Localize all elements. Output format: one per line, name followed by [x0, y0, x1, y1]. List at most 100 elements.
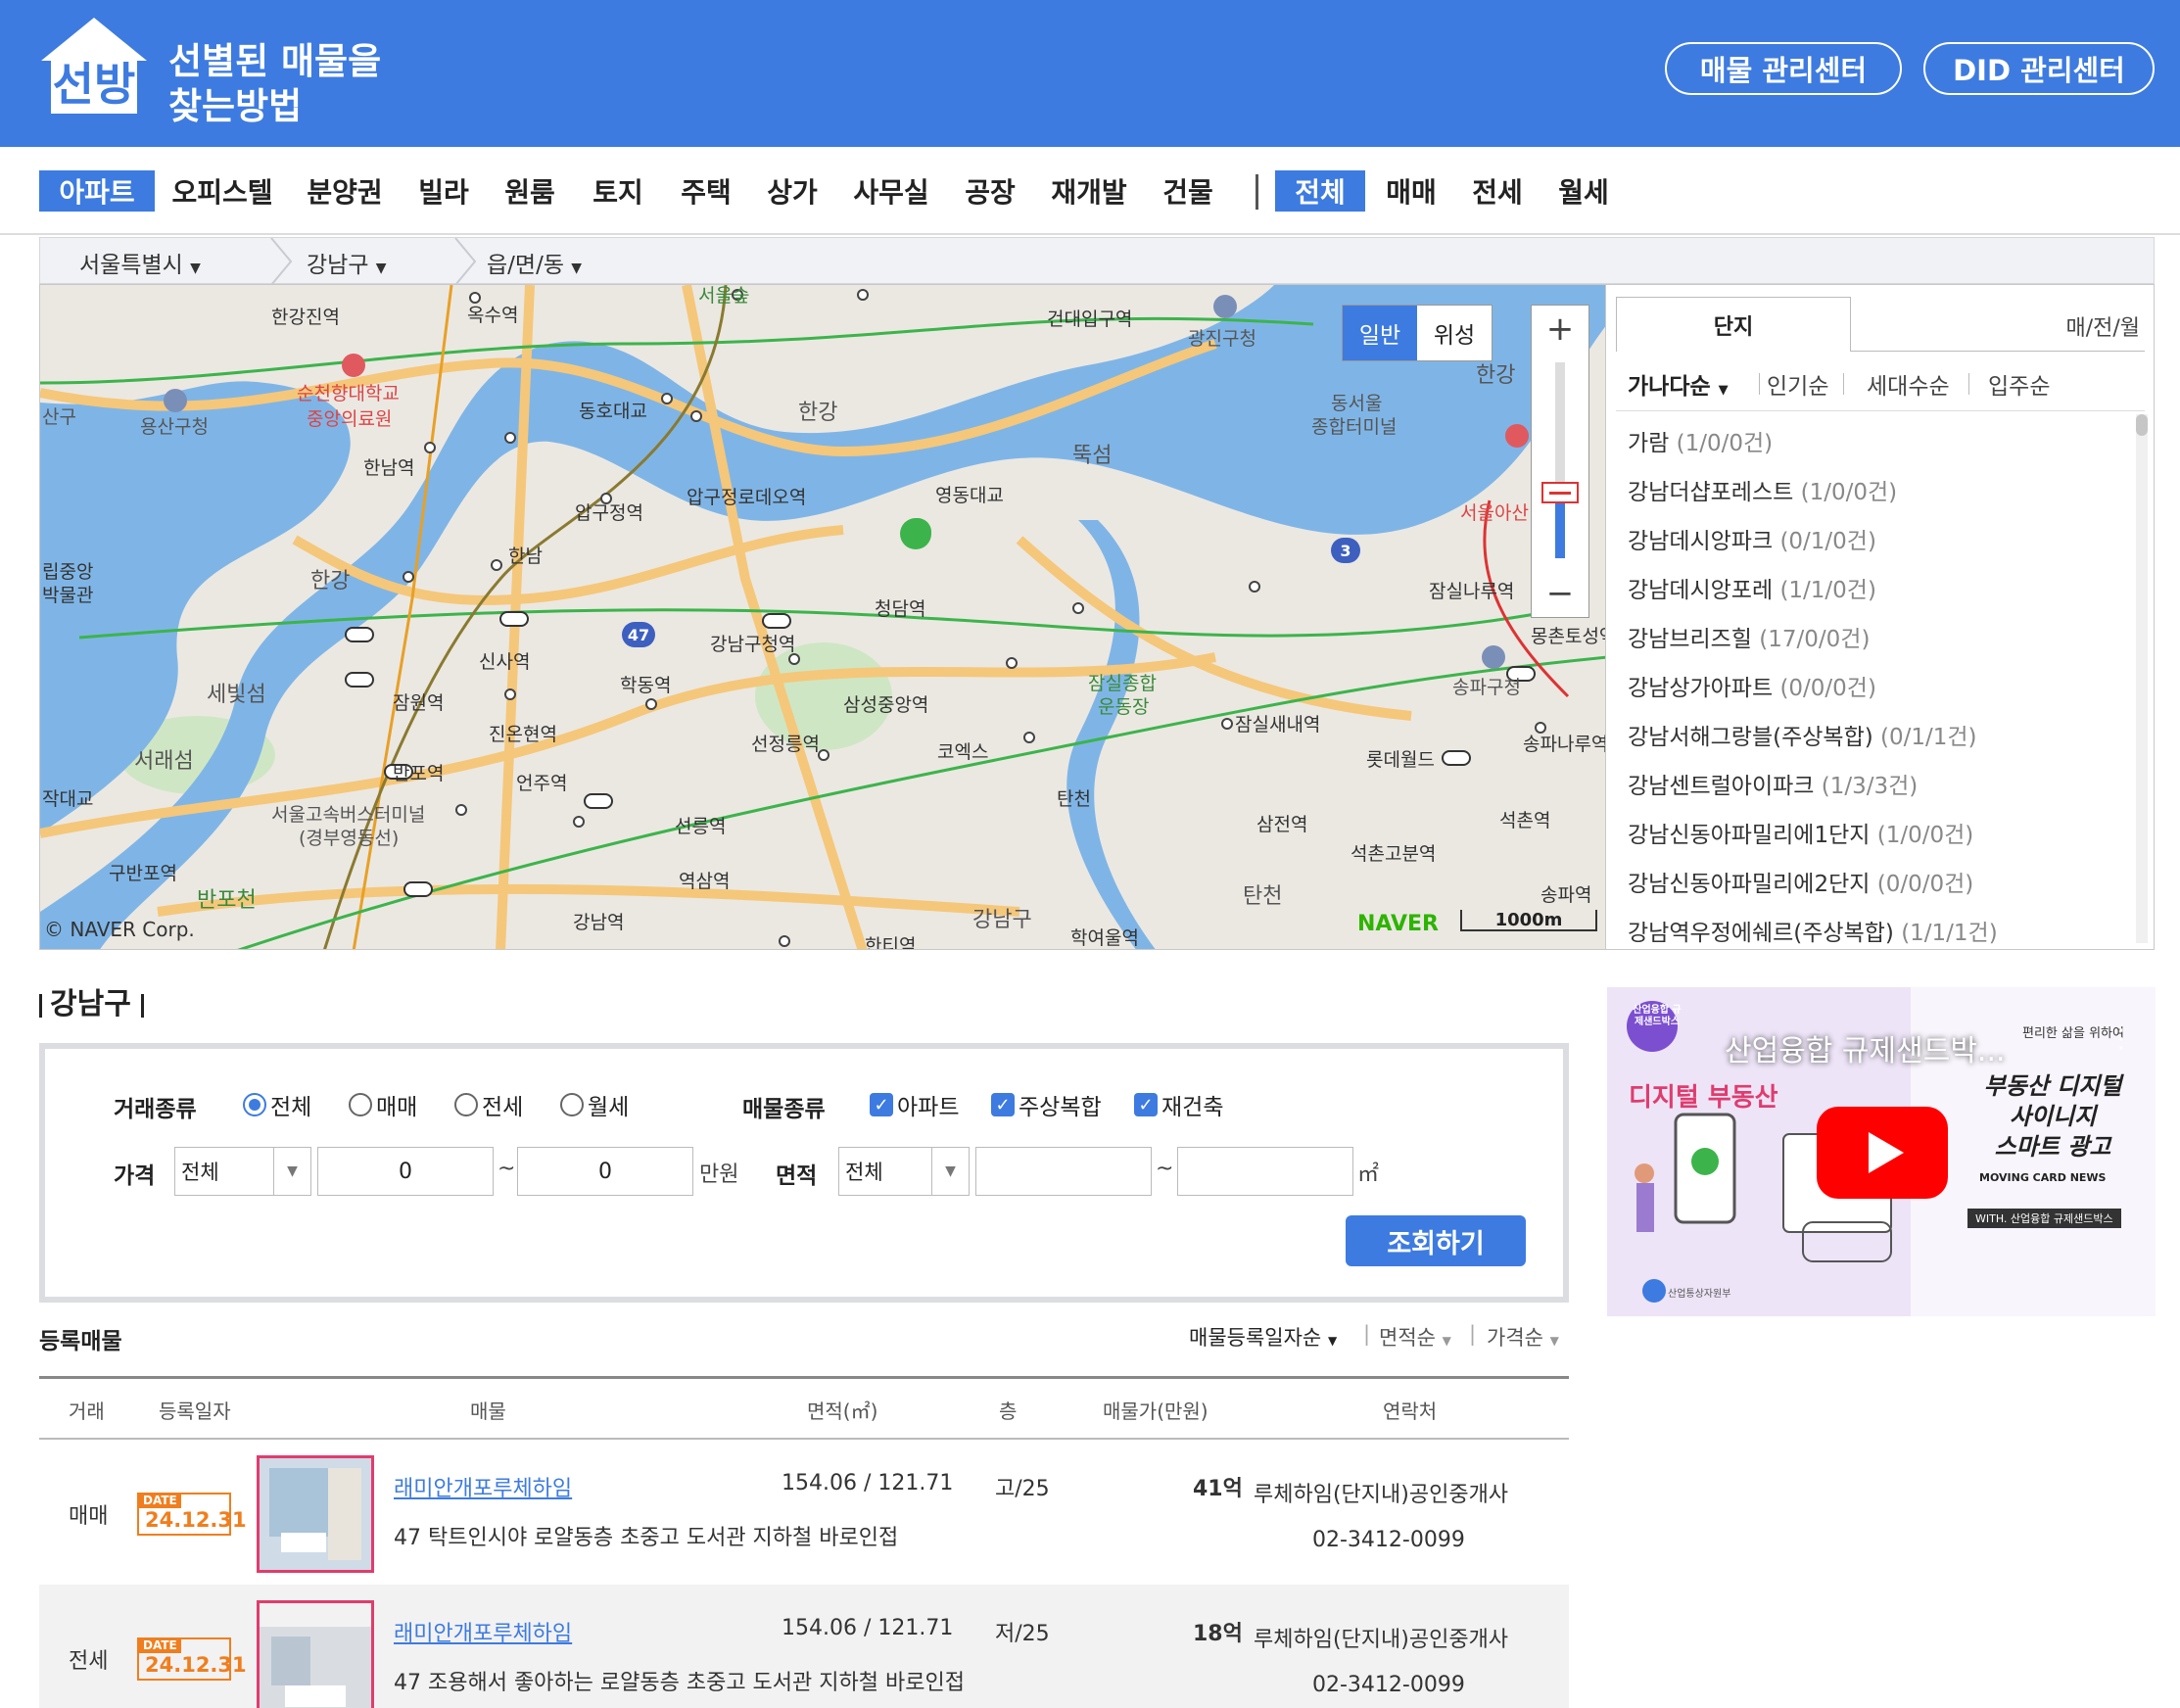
tab-store[interactable]: 상가: [760, 170, 825, 212]
price-min-input[interactable]: 0: [317, 1147, 494, 1196]
tab-land[interactable]: 토지: [586, 170, 650, 212]
sort-move-in[interactable]: 입주순: [1988, 367, 2050, 401]
tab-deal-all[interactable]: 전체: [1275, 170, 1365, 212]
tab-deal-sale[interactable]: 매매: [1379, 170, 1444, 212]
tab-oneroom[interactable]: 원룸: [498, 170, 562, 212]
complex-list-item[interactable]: 가람 (1/0/0건): [1628, 424, 2117, 473]
tab-presale[interactable]: 분양권: [300, 170, 390, 212]
map-label: 한강: [1476, 363, 1516, 388]
checkbox-apartment[interactable]: ✓ 아파트: [870, 1088, 959, 1121]
table-row[interactable]: 매매 DATE 24.12.31 래미안개포루체하임 47 탁트인시야 로얄동층…: [39, 1440, 1569, 1585]
video-with-label: WITH. 산업융합 규제샌드박스: [1967, 1209, 2121, 1228]
sort-popular[interactable]: 인기순: [1767, 367, 1828, 401]
complex-list-item[interactable]: 강남더샵포레스트 (1/0/0건): [1628, 473, 2117, 522]
radio-deal-all[interactable]: 전체: [243, 1088, 311, 1121]
zoom-track[interactable]: [1555, 362, 1565, 558]
check-icon[interactable]: ✓: [1134, 1093, 1158, 1116]
tab-redevelopment[interactable]: 재개발: [1044, 170, 1134, 212]
complex-count: (1/1/1건): [1901, 921, 1998, 946]
complex-list-item[interactable]: 강남브리즈힐 (17/0/0건): [1628, 620, 2117, 669]
sort-area[interactable]: 면적순 ▼: [1379, 1322, 1451, 1352]
dong-select[interactable]: 읍/면/동 ▼: [487, 246, 582, 279]
tab-building[interactable]: 건물: [1156, 170, 1220, 212]
hospital-marker-icon: [342, 354, 365, 377]
list-divider: [1616, 410, 2145, 411]
scroll-thumb[interactable]: [2136, 414, 2148, 436]
price-max-input[interactable]: 0: [517, 1147, 693, 1196]
listing-thumbnail[interactable]: [257, 1455, 374, 1573]
promo-video[interactable]: 산업융합 규제샌드박스 산업융합 규제샌드박... 디지털 부동산 편리한 삶을…: [1607, 987, 2156, 1316]
complex-list-item[interactable]: 강남서해그랑블(주상복합) (0/1/1건): [1628, 718, 2117, 767]
radio-dot[interactable]: [349, 1093, 372, 1116]
area-min-input[interactable]: [975, 1147, 1152, 1196]
map-label: 탄천: [1057, 788, 1091, 810]
tab-house[interactable]: 주택: [674, 170, 738, 212]
sort-alphabetical[interactable]: 가나다순 ▼: [1628, 367, 1729, 401]
map-label: 옥수역: [467, 305, 519, 326]
radio-deal-sale[interactable]: 매매: [349, 1088, 417, 1121]
play-button-icon[interactable]: [1817, 1107, 1948, 1199]
did-management-button[interactable]: DID 관리센터: [1923, 42, 2155, 95]
map-label: 건대입구역: [1047, 308, 1133, 330]
tab-factory[interactable]: 공장: [958, 170, 1022, 212]
complex-list-item[interactable]: 강남상가아파트 (0/0/0건): [1628, 669, 2117, 718]
zoom-control: + −: [1531, 305, 1589, 618]
map-normal-button[interactable]: 일반: [1343, 306, 1417, 360]
area-select[interactable]: 전체 ▼: [838, 1147, 970, 1196]
tab-deal-count[interactable]: 매/전/월: [2065, 310, 2140, 342]
map-label: 삼성중앙역: [843, 694, 929, 716]
list-scrollbar[interactable]: [2136, 414, 2148, 943]
listing-management-button[interactable]: 매물 관리센터: [1665, 42, 1902, 95]
tab-complex[interactable]: 단지: [1616, 297, 1851, 352]
sort-registered-date[interactable]: 매물등록일자순 ▼: [1189, 1322, 1337, 1352]
city-select[interactable]: 서울특별시 ▼: [79, 246, 201, 279]
complex-list-item[interactable]: 강남역우정에쉐르(주상복합) (1/1/1건): [1628, 914, 2117, 963]
more-options-icon[interactable]: ⋮: [2109, 1024, 2134, 1054]
logo-house-icon[interactable]: 선방: [37, 16, 151, 116]
complex-name: 강남신동아파밀리에1단지: [1628, 823, 1871, 848]
area-max-input[interactable]: [1177, 1147, 1353, 1196]
sort-label: 면적순: [1379, 1326, 1436, 1350]
tab-deal-monthly[interactable]: 월세: [1551, 170, 1616, 212]
complex-list-item[interactable]: 강남센트럴아이파크 (1/3/3건): [1628, 767, 2117, 816]
complex-name: 강남센트럴아이파크: [1628, 774, 1815, 799]
check-icon[interactable]: ✓: [991, 1093, 1015, 1116]
zoom-handle[interactable]: [1541, 482, 1579, 503]
district-select[interactable]: 강남구 ▼: [307, 246, 387, 279]
tab-office[interactable]: 사무실: [846, 170, 936, 212]
radio-dot[interactable]: [560, 1093, 584, 1116]
map-view[interactable]: 47 3 서울숲 옥수역 한강진역 건대입구역 광진구청 한강 순천향대학교 중…: [39, 284, 1606, 950]
complex-list-item[interactable]: 강남데시앙파크 (0/1/0건): [1628, 522, 2117, 571]
checkbox-reconstruction[interactable]: ✓ 재건축: [1134, 1088, 1223, 1121]
radio-deal-monthly[interactable]: 월세: [560, 1088, 629, 1121]
map-label: 송파나루역: [1523, 734, 1606, 755]
listing-thumbnail[interactable]: [257, 1600, 374, 1708]
check-icon[interactable]: ✓: [870, 1093, 893, 1116]
tab-officetel[interactable]: 오피스텔: [168, 170, 276, 212]
district-label: 강남구: [307, 253, 369, 278]
zoom-in-button[interactable]: +: [1532, 306, 1588, 353]
complex-list-item[interactable]: 강남데시앙포레 (1/1/0건): [1628, 571, 2117, 620]
listing-title-link[interactable]: 래미안개포루체하임: [394, 1471, 572, 1502]
checkbox-mixed-use[interactable]: ✓ 주상복합: [991, 1088, 1102, 1121]
map-label: 광진구청: [1188, 328, 1256, 350]
radio-deal-jeonse[interactable]: 전세: [454, 1088, 523, 1121]
complex-list-item[interactable]: 강남신동아파밀리에1단지 (1/0/0건): [1628, 816, 2117, 865]
table-row[interactable]: 전세 DATE 24.12.31 래미안개포루체하임 47 조용해서 좋아하는 …: [39, 1585, 1569, 1708]
complex-list-item[interactable]: 강남신동아파밀리에2단지 (0/0/0건): [1628, 865, 2117, 914]
radio-dot[interactable]: [243, 1093, 266, 1116]
radio-dot[interactable]: [454, 1093, 478, 1116]
sort-price[interactable]: 가격순 ▼: [1487, 1322, 1559, 1352]
tab-deal-jeonse[interactable]: 전세: [1465, 170, 1530, 212]
search-button[interactable]: 조회하기: [1346, 1215, 1526, 1266]
map-type-toggle: 일반 위성: [1342, 305, 1493, 361]
tab-villa[interactable]: 빌라: [411, 170, 476, 212]
zoom-out-button[interactable]: −: [1532, 570, 1588, 617]
complex-count: (0/1/1건): [1880, 725, 1977, 750]
price-select[interactable]: 전체 ▼: [174, 1147, 311, 1196]
listing-title-link[interactable]: 래미안개포루체하임: [394, 1616, 572, 1647]
video-title[interactable]: 산업융합 규제샌드박...: [1725, 1026, 2006, 1069]
sort-households[interactable]: 세대수순: [1867, 367, 1950, 401]
map-satellite-button[interactable]: 위성: [1417, 306, 1492, 360]
tab-apartment[interactable]: 아파트: [39, 170, 155, 212]
